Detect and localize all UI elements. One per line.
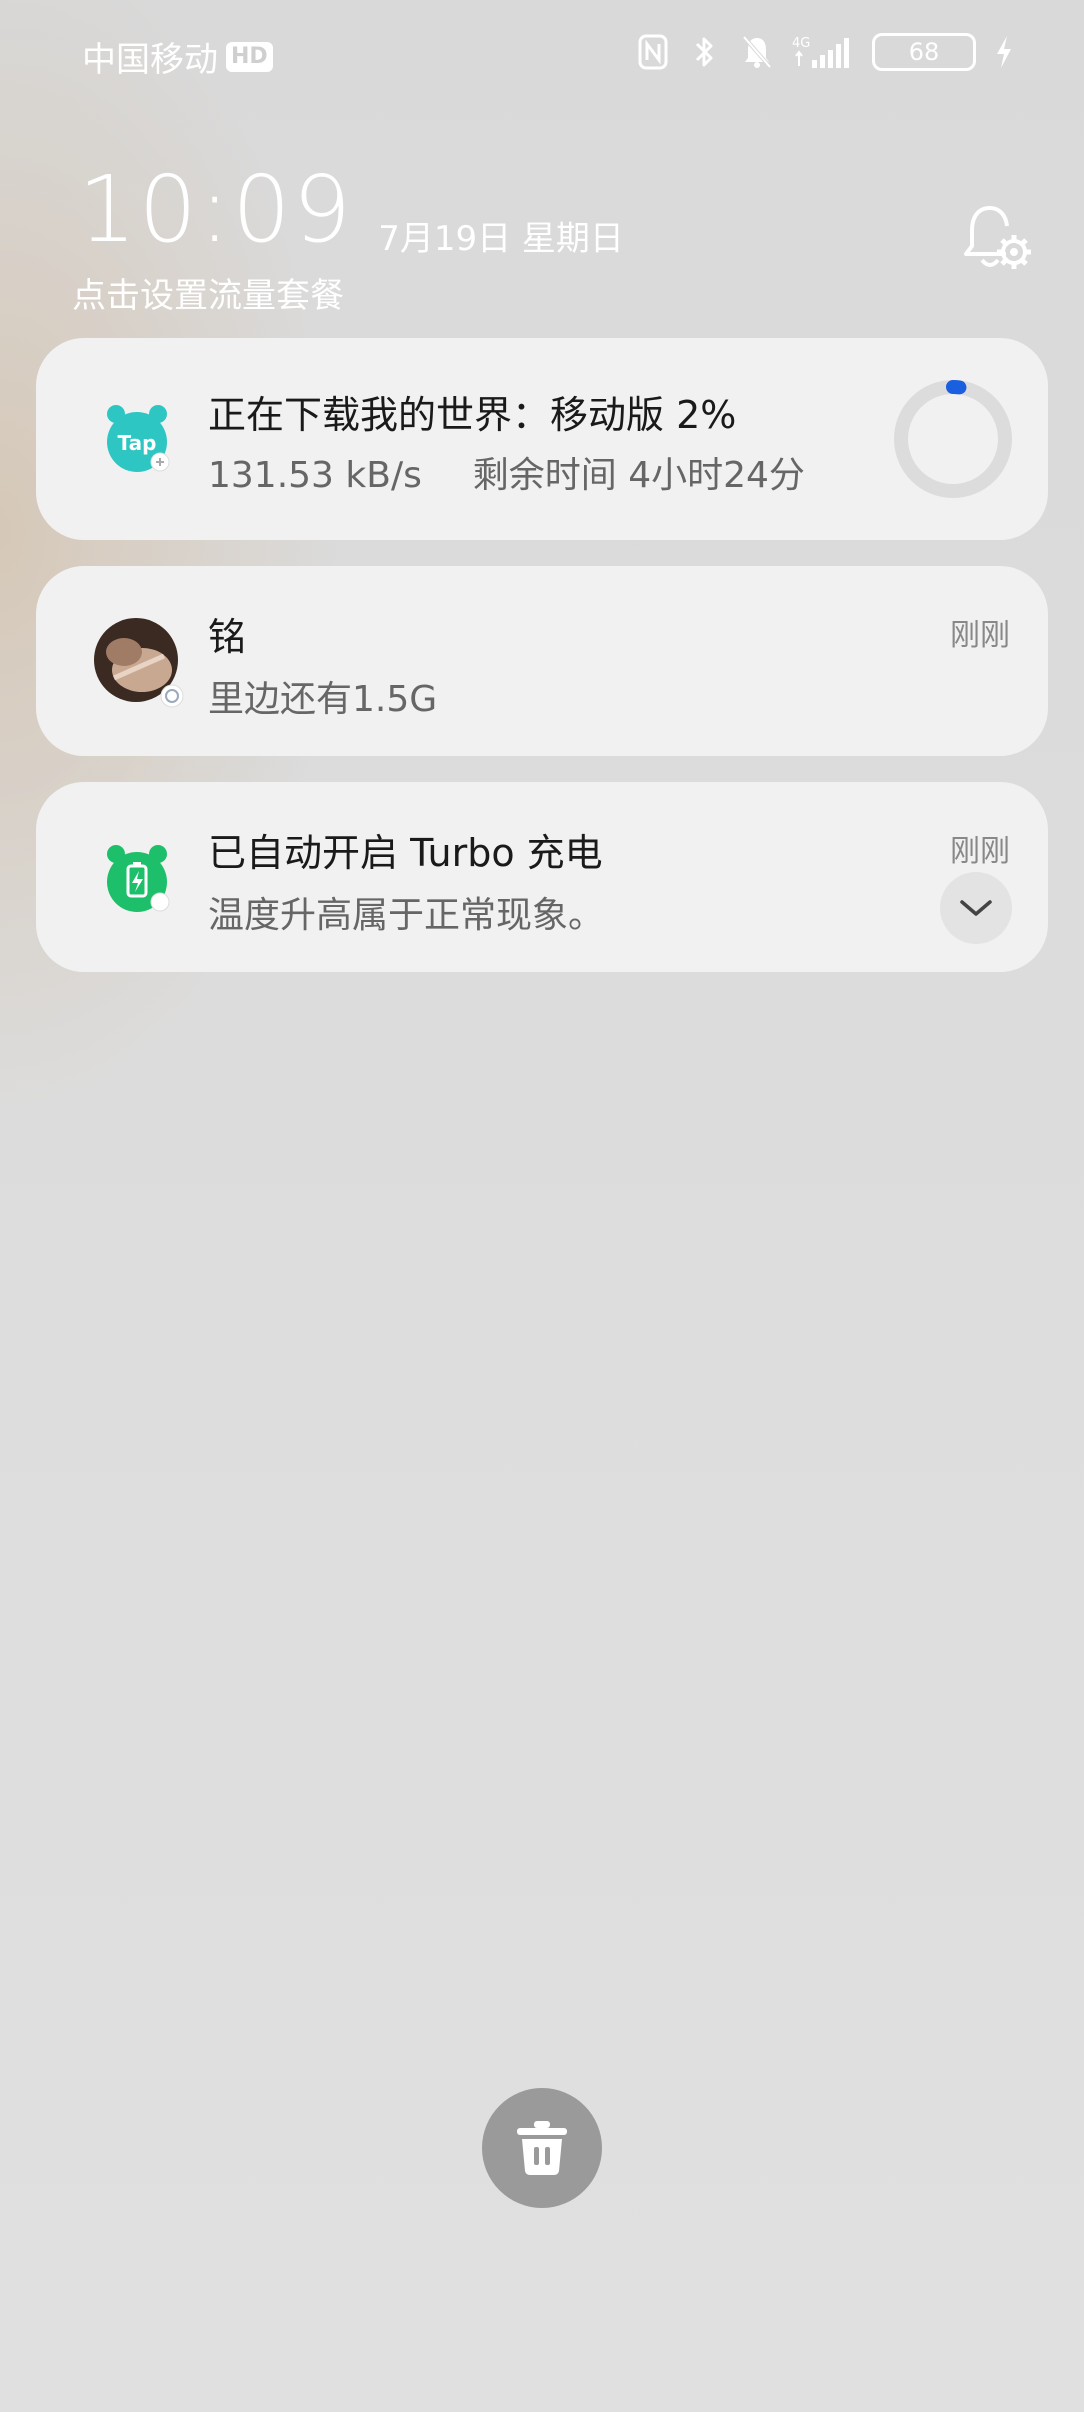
nfc-icon <box>636 32 670 72</box>
chevron-down-icon <box>960 900 992 916</box>
download-status: 131.53 kB/s 剩余时间 4小时24分 <box>208 446 805 498</box>
clock-time: 10:09 <box>78 156 354 263</box>
status-icons: 4G 68 <box>636 32 1014 72</box>
sender-name: 铭 <box>208 615 247 659</box>
notification-download[interactable]: Tap 正在下载我的世界：移动版 2% 131.53 kB/s 剩余时间 4小时… <box>36 338 1048 540</box>
clock-area: 10:09 7月19日 星期日 <box>78 160 624 260</box>
notification-message[interactable]: 铭 里边还有1.5G 刚刚 <box>36 566 1048 756</box>
signal-icon: 4G <box>792 32 854 72</box>
message-preview: 里边还有1.5G <box>208 679 438 720</box>
timestamp: 刚刚 <box>950 618 1010 653</box>
battery-charge-icon <box>94 836 180 922</box>
status-bar: 中国移动 HD 4G 68 <box>0 0 1084 110</box>
notification-turbo-charge[interactable]: 已自动开启 Turbo 充电 温度升高属于正常现象。 刚刚 <box>36 782 1048 972</box>
download-remaining: 剩余时间 4小时24分 <box>472 455 805 496</box>
download-speed: 131.53 kB/s <box>208 455 422 496</box>
bell-gear-icon <box>964 206 1031 269</box>
bell-off-icon <box>740 32 774 72</box>
carrier-name: 中国移动 <box>82 40 218 80</box>
trash-icon <box>517 2121 567 2175</box>
notification-settings-button[interactable] <box>956 200 1036 280</box>
clock-date: 7月19日 星期日 <box>378 219 624 259</box>
notification-title: 正在下载我的世界：移动版 2% <box>208 393 737 437</box>
taptap-icon: Tap <box>94 396 180 482</box>
timestamp: 刚刚 <box>950 834 1010 869</box>
expand-button[interactable] <box>940 872 1012 944</box>
network-type: 4G <box>792 36 810 51</box>
data-plan-link[interactable]: 点击设置流量套餐 <box>72 268 344 317</box>
carrier: 中国移动 HD <box>82 32 273 81</box>
bluetooth-icon <box>688 32 722 72</box>
svg-text:Tap: Tap <box>118 431 157 455</box>
clear-all-button[interactable] <box>482 2088 602 2208</box>
notification-title: 已自动开启 Turbo 充电 <box>208 831 603 875</box>
hd-badge: HD <box>226 41 273 72</box>
avatar <box>94 618 184 708</box>
battery-icon: 68 <box>872 33 976 71</box>
notification-body: 温度升高属于正常现象。 <box>208 895 605 936</box>
download-progress-ring[interactable] <box>892 378 1014 500</box>
charging-icon <box>994 32 1014 72</box>
